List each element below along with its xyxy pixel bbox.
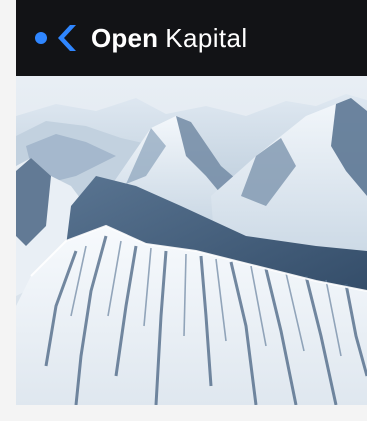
hero-mountain-image [16, 76, 367, 405]
page-frame: Open Kapital [16, 0, 367, 405]
bottom-margin [0, 405, 367, 421]
brand-name-bold: Open [91, 22, 159, 53]
open-kapital-logo-icon [35, 23, 79, 53]
mountain-illustration [16, 76, 367, 405]
brand-name-light: Kapital [165, 22, 248, 53]
logo-chevron-icon [58, 25, 76, 51]
left-margin [0, 0, 16, 421]
logo-dot-icon [35, 32, 47, 44]
site-header: Open Kapital [16, 0, 367, 76]
brand-logo[interactable]: Open Kapital [35, 18, 248, 58]
